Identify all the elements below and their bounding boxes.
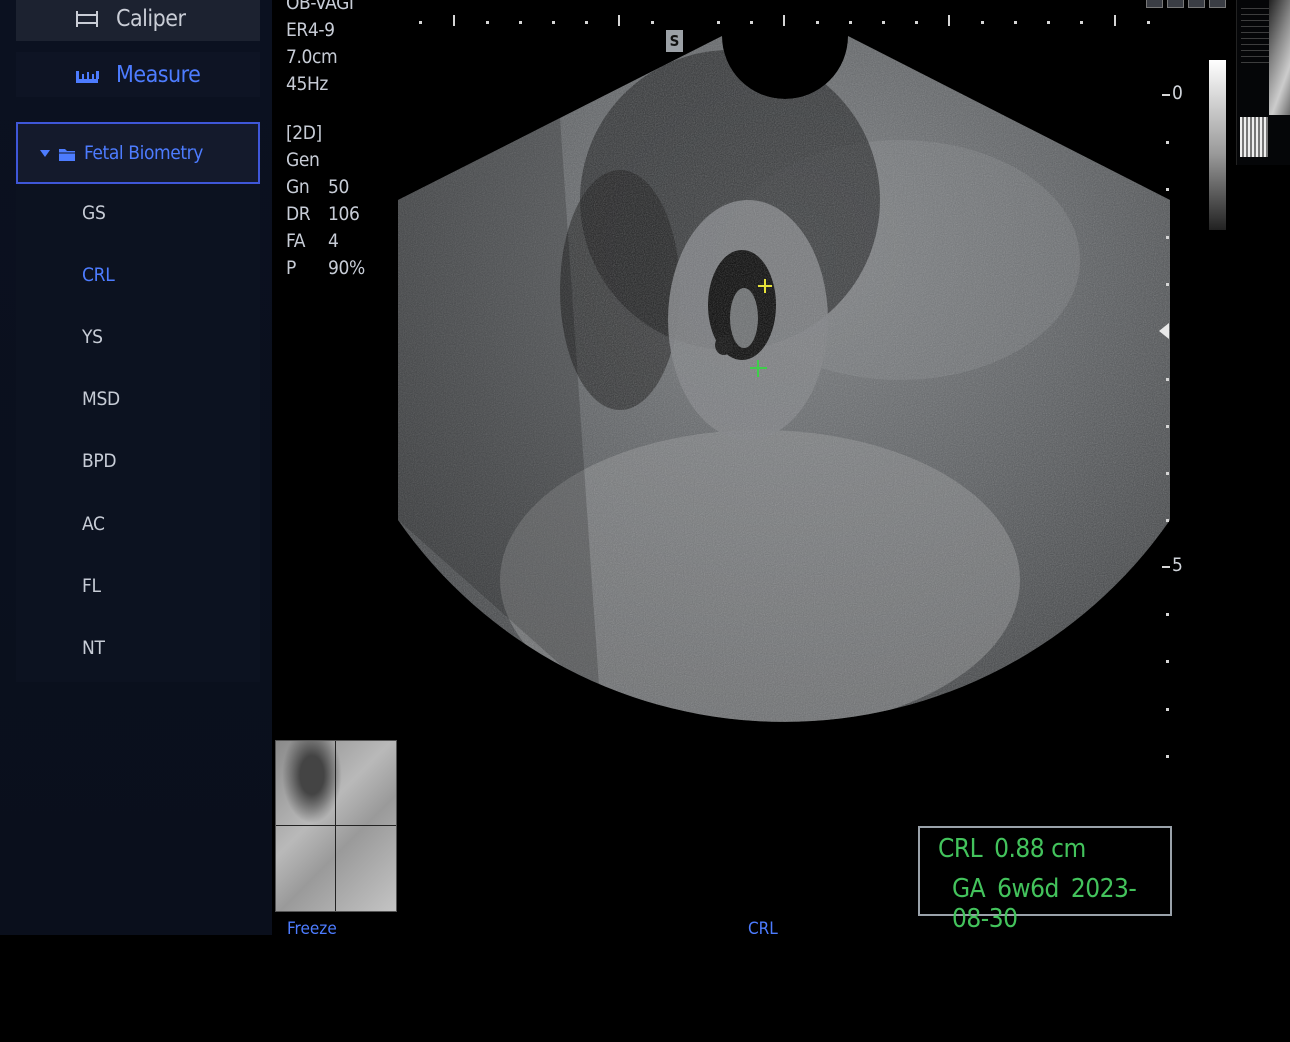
- battery-icon: [1188, 0, 1205, 8]
- measurement-mode-status: CRL: [748, 919, 778, 935]
- reference-thumbnail[interactable]: [275, 740, 397, 912]
- list-item-ys[interactable]: YS: [82, 326, 103, 356]
- measurement-result-box: CRL 0.88 cm GA 6w6d 2023-08-30: [918, 826, 1172, 934]
- orientation-marker: S: [666, 30, 683, 52]
- probe-icon[interactable]: [1167, 0, 1184, 8]
- ultrasound-screen: Caliper Measure Fetal Biometry GS CRL YS…: [0, 0, 1290, 935]
- imaging-mode: [2D]: [286, 122, 322, 144]
- depth-value: 7.0cm: [286, 46, 338, 68]
- biometry-list: GS CRL YS MSD BPD AC FL NT: [16, 184, 260, 682]
- mini-preview-panel: [1236, 0, 1290, 165]
- measure-label: Measure: [116, 61, 201, 88]
- focus-marker-icon[interactable]: [1159, 323, 1169, 339]
- crl-result: CRL 0.88 cm: [938, 834, 1086, 864]
- fetal-biometry-folder[interactable]: Fetal Biometry: [16, 122, 260, 184]
- settings-icon[interactable]: [1209, 0, 1226, 8]
- probe-info: OB-VAGI ER4-9 7.0cm 45Hz: [286, 0, 354, 98]
- ruler-icon: [72, 63, 106, 87]
- list-item-msd[interactable]: MSD: [82, 388, 120, 418]
- expand-arrow-icon: [40, 149, 50, 157]
- caliper-icon: [72, 7, 106, 31]
- measure-button[interactable]: Measure: [16, 52, 260, 97]
- barcode-icon: [1240, 117, 1268, 157]
- caliper-button[interactable]: Caliper: [16, 0, 260, 41]
- param-gain: Gn 50: [286, 176, 349, 198]
- caliper-label: Caliper: [116, 5, 186, 32]
- list-item-nt[interactable]: NT: [82, 637, 105, 667]
- mini-preview-image: [1269, 0, 1290, 115]
- ga-result: GA 6w6d 2023-08-30: [952, 874, 1137, 934]
- param-frame-average: FA 4: [286, 230, 339, 252]
- list-item-crl[interactable]: CRL: [82, 264, 115, 294]
- param-dynamic-range: DR 106: [286, 203, 360, 225]
- imaging-params: [2D] Gen Gn 50 DR 106 FA 4 P 90%: [286, 120, 365, 282]
- list-item-gs[interactable]: GS: [82, 202, 106, 232]
- transducer-name: ER4-9: [286, 19, 335, 41]
- imaging-preset: Gen: [286, 149, 320, 171]
- folder-icon: [58, 145, 76, 161]
- param-power: P 90%: [286, 257, 365, 279]
- grayscale-bar: [1209, 60, 1226, 230]
- frame-rate: 45Hz: [286, 73, 328, 95]
- folder-label: Fetal Biometry: [84, 142, 204, 164]
- list-item-ac[interactable]: AC: [82, 513, 105, 543]
- mini-preview-text: [1241, 8, 1271, 68]
- freeze-status[interactable]: Freeze: [287, 919, 337, 935]
- preset-name: OB-VAGI: [286, 0, 354, 14]
- depth-label-0: 0: [1172, 82, 1183, 104]
- top-icon-bar: [1146, 0, 1226, 8]
- list-item-bpd[interactable]: BPD: [82, 450, 117, 480]
- list-item-fl[interactable]: FL: [82, 575, 101, 605]
- measurement-panel: Caliper Measure Fetal Biometry GS CRL YS…: [0, 0, 272, 935]
- layout-icon[interactable]: [1146, 0, 1163, 8]
- depth-label-5: 5: [1172, 554, 1183, 576]
